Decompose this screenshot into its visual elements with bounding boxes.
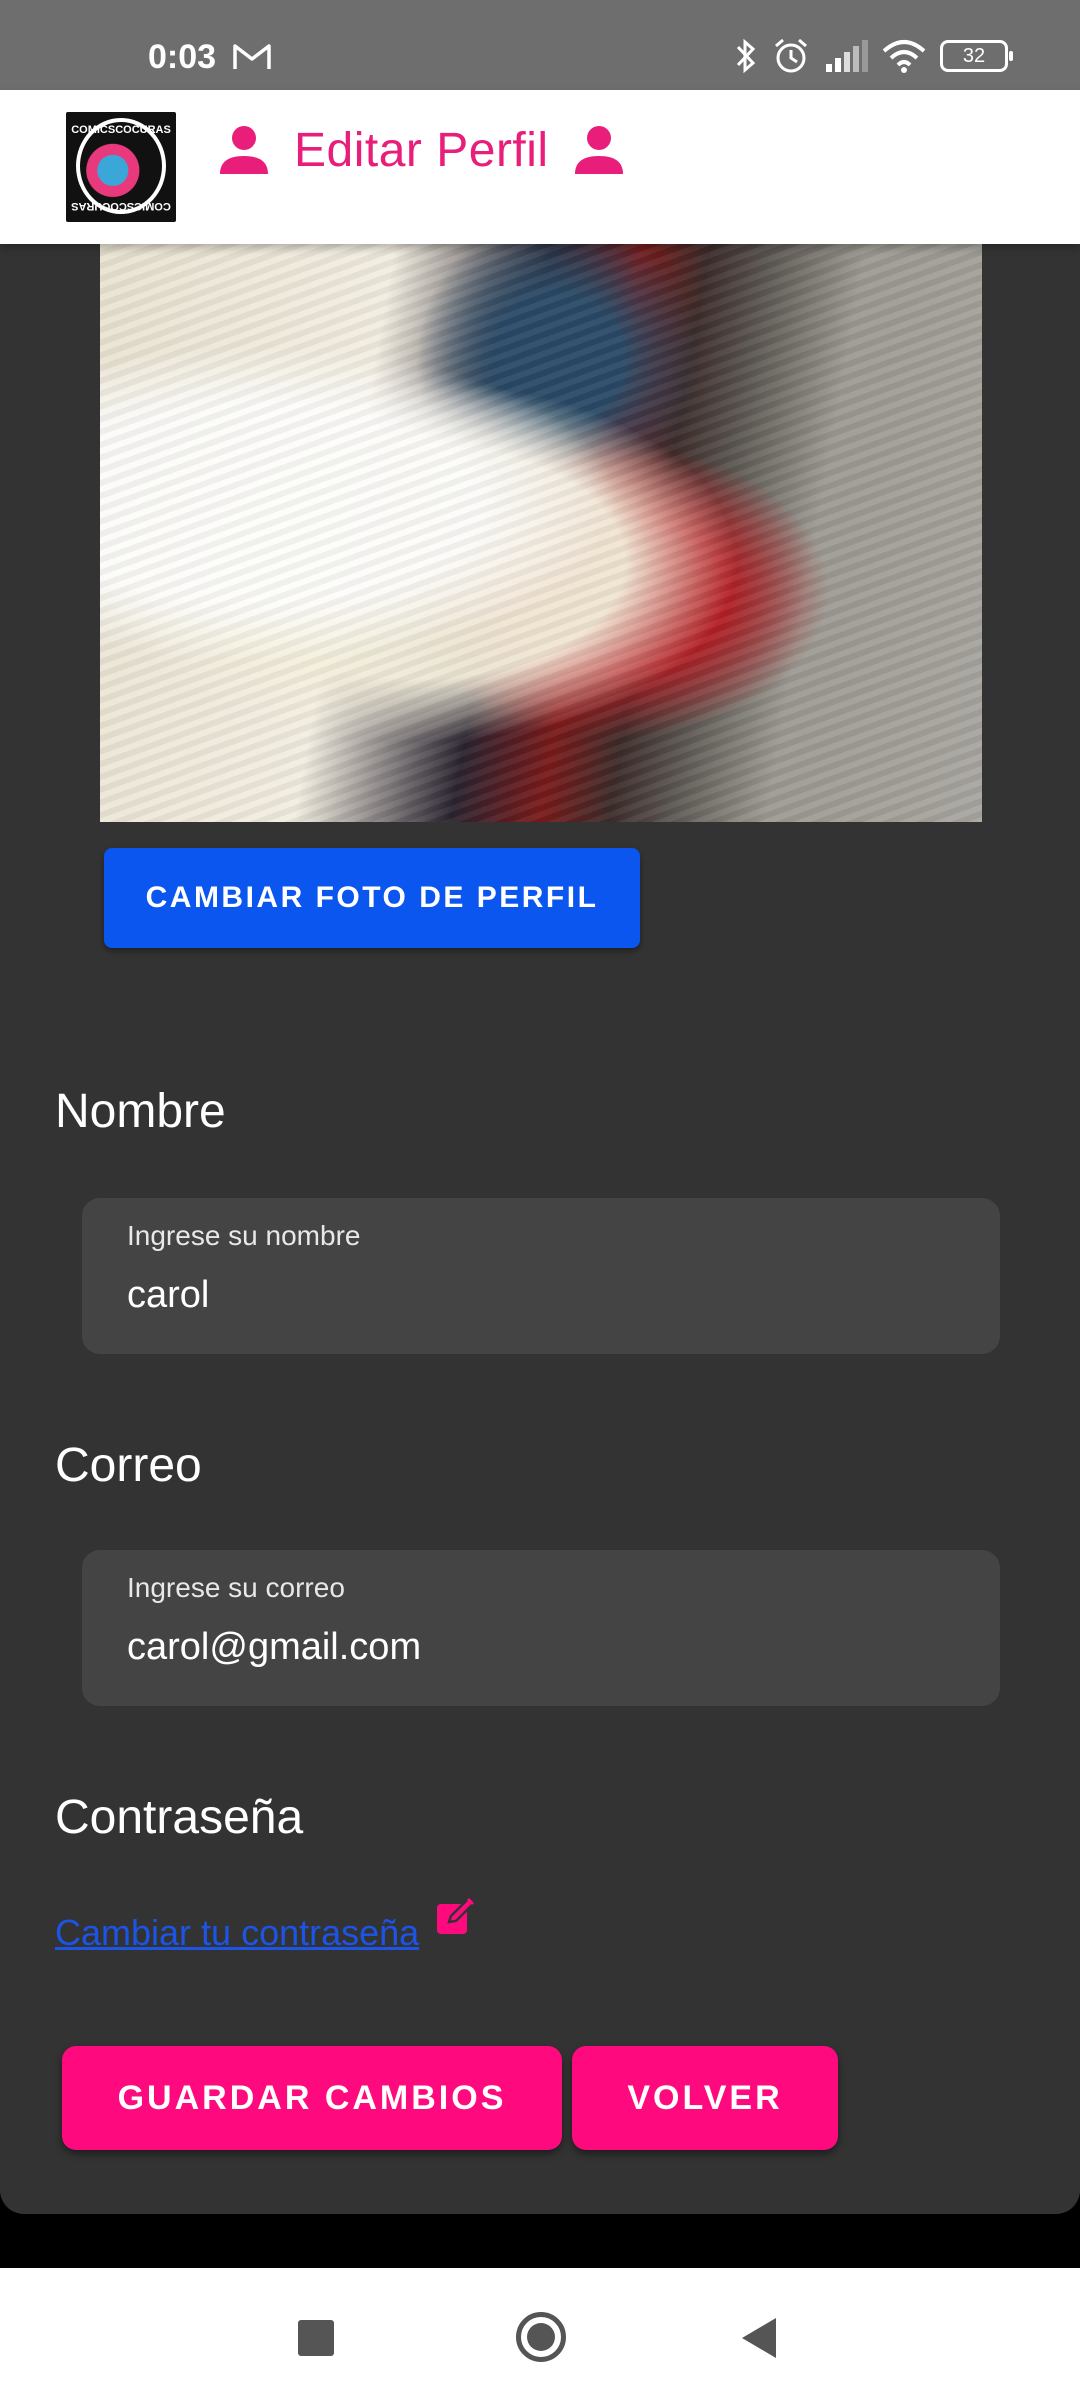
status-bar: 0:03 32 [0,0,1080,90]
wifi-icon [882,40,926,73]
name-field-label: Ingrese su nombre [127,1220,361,1251]
profile-photo [100,244,982,822]
save-changes-button[interactable]: GUARDAR CAMBIOS [62,2046,562,2150]
back-arrow-icon[interactable] [742,2318,776,2358]
email-field-value[interactable]: carol@gmail.com [127,1626,421,1669]
name-field-value[interactable]: carol [127,1274,209,1317]
system-nav-bar [0,2268,1080,2400]
password-section-label: Contraseña [55,1791,304,1844]
page-title: Editar Perfil [294,123,549,177]
logo-text-bottom: COMICSCOCURAS [71,200,171,212]
email-section-label: Correo [55,1439,202,1492]
edit-icon[interactable] [435,1896,475,1936]
status-time: 0:03 [148,38,217,76]
recents-icon[interactable] [298,2320,334,2356]
photo-texture [100,244,982,822]
app-logo[interactable]: COMICSCOCURAS COMICSCOCURAS [66,112,176,222]
email-field[interactable]: Ingrese su correo carol@gmail.com [82,1550,1000,1706]
edit-profile-card: CAMBIAR FOTO DE PERFIL Nombre Ingrese su… [0,244,1080,2214]
home-icon[interactable] [516,2312,566,2362]
battery-icon: 32 [940,40,1013,72]
change-password-link[interactable]: Cambiar tu contraseña [55,1912,419,1954]
app-bar: COMICSCOCURAS COMICSCOCURAS Editar Perfi… [0,90,1080,244]
email-field-label: Ingrese su correo [127,1572,345,1603]
person-icon [220,126,268,174]
name-field[interactable]: Ingrese su nombre carol [82,1198,1000,1354]
bluetooth-icon [736,38,756,74]
change-photo-button[interactable]: CAMBIAR FOTO DE PERFIL [104,848,640,948]
title-row: Editar Perfil [216,122,627,178]
person-icon [574,126,623,174]
change-password-row: Cambiar tu contraseña [55,1896,475,1954]
signal-icon [826,40,868,72]
alarm-icon [775,38,807,73]
logo-text-top: COMICSCOCURAS [71,124,171,136]
gmail-icon [233,44,271,69]
status-icons: 32 [734,36,1013,76]
back-button[interactable]: VOLVER [572,2046,838,2150]
name-section-label: Nombre [55,1085,226,1138]
